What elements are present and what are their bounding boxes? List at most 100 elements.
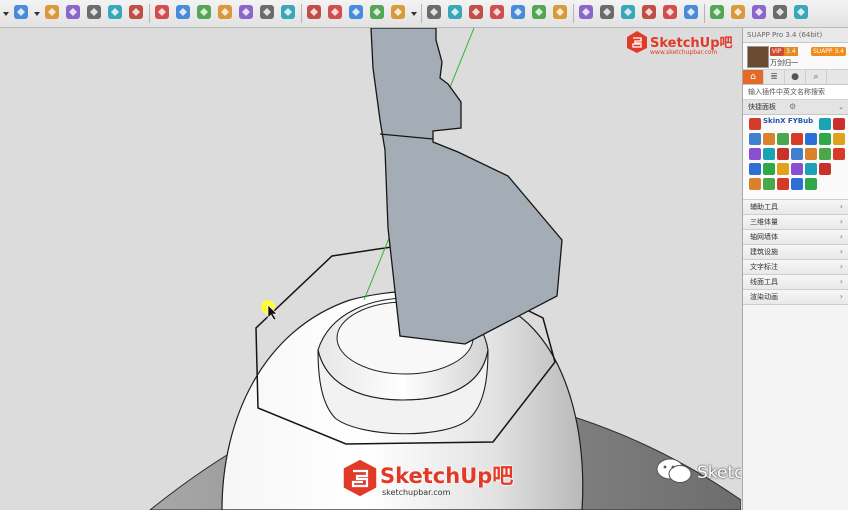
dropdown-icon[interactable] bbox=[2, 3, 10, 23]
solid-tools-icon[interactable] bbox=[750, 3, 770, 23]
toolbar-separator bbox=[149, 4, 150, 23]
orbit-icon[interactable] bbox=[216, 3, 236, 23]
plugin-tool-icon[interactable] bbox=[791, 148, 803, 160]
bottom-brand-text: SketchUp吧 bbox=[380, 464, 514, 488]
suapp-badge[interactable]: SUAPP 3.4 bbox=[811, 47, 846, 56]
dropdown-icon[interactable] bbox=[410, 3, 418, 23]
category-row[interactable]: 建筑设施 › bbox=[743, 245, 848, 260]
toolbar-separator bbox=[704, 4, 705, 23]
category-row[interactable]: 三维体量 › bbox=[743, 215, 848, 230]
plugin-tool-icon[interactable] bbox=[805, 163, 817, 175]
components-icon[interactable] bbox=[326, 3, 346, 23]
category-row[interactable]: 渲染动画 › bbox=[743, 290, 848, 305]
plugin-tool-icon[interactable] bbox=[749, 148, 761, 160]
plugin-tool-icon[interactable] bbox=[819, 148, 831, 160]
extra-icon[interactable] bbox=[792, 3, 812, 23]
plugin-tool-icon[interactable] bbox=[777, 133, 789, 145]
plugin-tool-icon[interactable] bbox=[833, 118, 845, 130]
eraser-icon[interactable] bbox=[127, 3, 147, 23]
top-watermark: SketchUp吧 www.sketchupbar.com bbox=[626, 30, 741, 60]
plugin-tool-icon[interactable] bbox=[777, 148, 789, 160]
offset-icon[interactable] bbox=[106, 3, 126, 23]
scale-icon[interactable] bbox=[85, 3, 105, 23]
hidden-line-icon[interactable] bbox=[598, 3, 618, 23]
category-row[interactable]: 文字标注 › bbox=[743, 260, 848, 275]
measure-icon[interactable] bbox=[12, 3, 32, 23]
category-row[interactable]: 轴网墙体 › bbox=[743, 230, 848, 245]
wechat-icon bbox=[656, 458, 692, 483]
plugin-tool-icon[interactable] bbox=[763, 133, 775, 145]
plugin-tool-icon[interactable] bbox=[805, 133, 817, 145]
chevron-down-icon[interactable]: ⌄ bbox=[838, 100, 844, 114]
plugin-tool-icon[interactable] bbox=[749, 163, 761, 175]
chevron-right-icon: › bbox=[839, 277, 843, 286]
sketchupbar-logo-icon bbox=[627, 31, 647, 53]
plugin-tool-icon[interactable] bbox=[819, 133, 831, 145]
plugin-tool-icon[interactable] bbox=[749, 118, 761, 130]
plugin-tool-icon[interactable] bbox=[791, 163, 803, 175]
pan-icon[interactable] bbox=[237, 3, 257, 23]
plugin-tool-icon[interactable] bbox=[833, 148, 845, 160]
view-back-icon[interactable] bbox=[530, 3, 550, 23]
dynamic-icon[interactable] bbox=[771, 3, 791, 23]
textured-icon[interactable] bbox=[661, 3, 681, 23]
tape-icon[interactable] bbox=[153, 3, 173, 23]
user-icon[interactable] bbox=[389, 3, 409, 23]
user-icon[interactable]: ● bbox=[785, 70, 806, 84]
dropdown-icon[interactable] bbox=[33, 3, 41, 23]
zoom-icon[interactable] bbox=[258, 3, 278, 23]
paint-icon[interactable] bbox=[195, 3, 215, 23]
plugin-tool-icon[interactable] bbox=[805, 148, 817, 160]
monochrome-icon[interactable] bbox=[682, 3, 702, 23]
extensions-icon[interactable] bbox=[347, 3, 367, 23]
model-viewport[interactable]: SketchUp吧 www.sketchupbar.com SketchUp吧 … bbox=[0, 28, 741, 510]
plugin-tool-icon[interactable] bbox=[805, 178, 817, 190]
bottom-url-text: sketchupbar.com bbox=[382, 488, 451, 497]
wireframe-icon[interactable] bbox=[619, 3, 639, 23]
plugin-tool-icon[interactable] bbox=[791, 178, 803, 190]
search-icon[interactable]: ⌕ bbox=[806, 70, 827, 84]
chevron-right-icon: › bbox=[839, 202, 843, 211]
view-iso-icon[interactable] bbox=[446, 3, 466, 23]
shaded-icon[interactable] bbox=[640, 3, 660, 23]
category-label: 渲染动画 bbox=[750, 293, 778, 301]
plugin-tool-icon[interactable] bbox=[791, 133, 803, 145]
view-front-icon[interactable] bbox=[488, 3, 508, 23]
section-icon[interactable] bbox=[368, 3, 388, 23]
scene-canvas[interactable] bbox=[0, 28, 741, 510]
plugin-search-input[interactable]: 输入插件中英文名称搜索 bbox=[743, 85, 848, 100]
avatar[interactable] bbox=[747, 46, 769, 68]
category-row[interactable]: 线面工具 › bbox=[743, 275, 848, 290]
plugin-tool-icon[interactable] bbox=[749, 133, 761, 145]
move-icon[interactable] bbox=[43, 3, 63, 23]
xray-icon[interactable] bbox=[577, 3, 597, 23]
plugin-tool-icon[interactable] bbox=[819, 163, 831, 175]
plugin-tool-icon[interactable] bbox=[749, 178, 761, 190]
plugin-tool-icon[interactable] bbox=[819, 118, 831, 130]
plugin-tool-icon[interactable] bbox=[763, 178, 775, 190]
home-icon[interactable]: ⌂ bbox=[743, 70, 764, 84]
axes-icon[interactable] bbox=[425, 3, 445, 23]
panel-tabs: ⌂ ≣ ● ⌕ bbox=[743, 70, 848, 85]
view-top-icon[interactable] bbox=[467, 3, 487, 23]
text-icon[interactable] bbox=[174, 3, 194, 23]
plugin-tool-icon[interactable] bbox=[763, 163, 775, 175]
list-icon[interactable]: ≣ bbox=[764, 70, 785, 84]
sandbox-icon[interactable] bbox=[729, 3, 749, 23]
plugin-tool-icon[interactable] bbox=[833, 133, 845, 145]
chevron-right-icon: › bbox=[839, 232, 843, 241]
zoom-extents-icon[interactable] bbox=[279, 3, 299, 23]
plugin-tool-icon[interactable] bbox=[777, 178, 789, 190]
gear-icon[interactable]: ⚙ bbox=[789, 100, 796, 114]
plugin-tool-icon[interactable] bbox=[777, 163, 789, 175]
plugin-tool-icon[interactable] bbox=[763, 148, 775, 160]
category-label: 线面工具 bbox=[750, 278, 778, 286]
rotate-icon[interactable] bbox=[64, 3, 84, 23]
view-left-icon[interactable] bbox=[551, 3, 571, 23]
quick-panel-header[interactable]: 快捷面板 ⚙ ⌄ bbox=[743, 100, 848, 115]
warehouse-icon[interactable] bbox=[305, 3, 325, 23]
category-row[interactable]: 辅助工具 › bbox=[743, 200, 848, 215]
view-right-icon[interactable] bbox=[509, 3, 529, 23]
layout-icon[interactable] bbox=[708, 3, 728, 23]
category-label: 辅助工具 bbox=[750, 203, 778, 211]
